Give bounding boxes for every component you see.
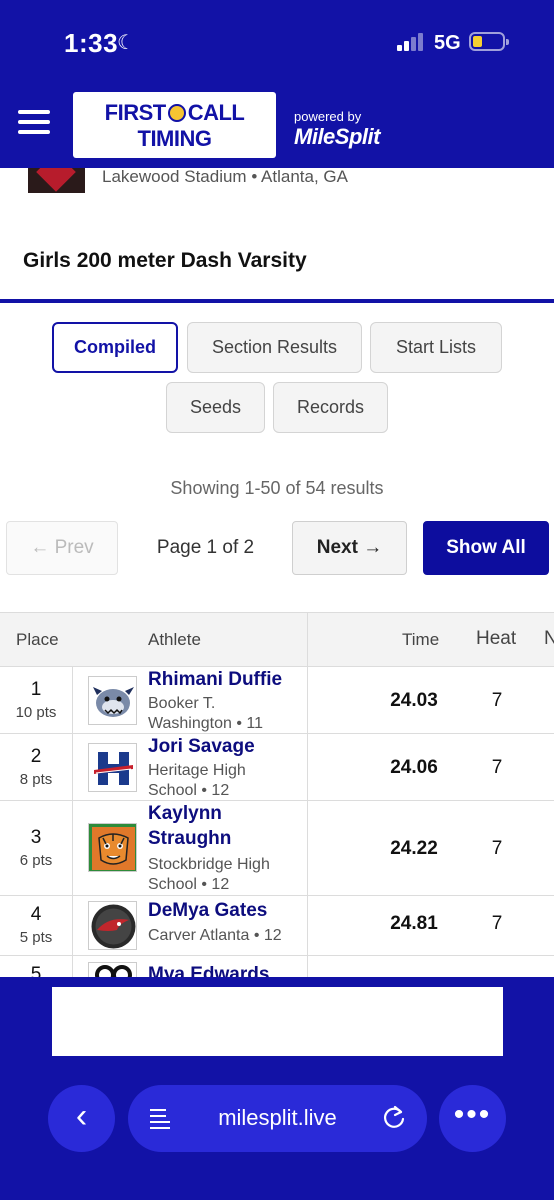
heat-number: 7: [491, 913, 503, 934]
result-time: 24.22: [390, 838, 438, 859]
next-page-button[interactable]: Next →: [292, 521, 407, 575]
result-time: 24.81: [390, 913, 438, 934]
team-logo: [88, 962, 137, 977]
page-indicator: Page 1 of 2: [156, 537, 255, 558]
results-table: Place Athlete Time Heat N 1 10 pts Rhima…: [0, 612, 554, 977]
heat-number: 7: [491, 838, 503, 859]
address-bar[interactable]: milesplit.live: [128, 1085, 427, 1152]
column-header-athlete[interactable]: Athlete: [148, 630, 201, 650]
column-header-time[interactable]: Time: [402, 630, 439, 650]
status-bar: 1:33 ☾ 5G: [0, 0, 554, 84]
column-header-next[interactable]: N: [544, 628, 554, 650]
athlete-name[interactable]: Jori Savage: [148, 734, 298, 759]
team-logo: [88, 676, 137, 725]
column-header-heat[interactable]: Heat: [476, 628, 516, 650]
results-summary: Showing 1-50 of 54 results: [170, 478, 384, 498]
table-row[interactable]: 4 5 pts DeMya Gates Carver Atlanta • 12 …: [0, 896, 554, 956]
logo-text-first: FIRST: [104, 100, 167, 125]
place-number: 2: [30, 746, 42, 767]
place-points: 8 pts: [19, 771, 53, 788]
athlete-name[interactable]: Rhimani Duffie: [148, 667, 298, 692]
network-label: 5G: [434, 32, 461, 54]
logo-text-timing: TIMING: [137, 126, 213, 151]
athlete-team: Stockbridge High School • 12: [148, 856, 270, 893]
team-logo: [88, 823, 137, 872]
first-call-timing-logo[interactable]: FIRST CALL TIMING: [73, 92, 276, 158]
ad-banner[interactable]: [52, 987, 503, 1056]
place-points: 5 pts: [19, 929, 53, 946]
column-header-place[interactable]: Place: [16, 630, 59, 650]
tab-seeds[interactable]: Seeds: [166, 382, 265, 433]
tab-records[interactable]: Records: [273, 382, 388, 433]
signal-icon: [397, 33, 427, 51]
tab-section-results[interactable]: Section Results: [187, 322, 362, 373]
tab-start-lists[interactable]: Start Lists: [370, 322, 502, 373]
section-divider: [0, 299, 554, 303]
battery-icon: [469, 32, 509, 51]
menu-icon[interactable]: [18, 110, 50, 134]
table-row[interactable]: 3 6 pts Kaylynn Straughn Stockbridge Hig…: [0, 801, 554, 896]
result-time: 24.06: [390, 757, 438, 778]
table-row[interactable]: 5 Mya Edwards: [0, 956, 554, 977]
heat-number: 7: [491, 757, 503, 778]
stopwatch-icon: [167, 104, 186, 122]
table-header: Place Athlete Time Heat N: [0, 613, 554, 667]
heat-number: 7: [491, 690, 503, 711]
back-button[interactable]: ‹: [48, 1085, 115, 1152]
powered-by-label: powered by: [294, 109, 362, 124]
prev-page-button[interactable]: ← Prev: [6, 521, 118, 575]
athlete-name[interactable]: Mya Edwards: [148, 962, 298, 977]
place-number: 3: [30, 827, 42, 848]
place-points: 6 pts: [19, 852, 53, 869]
athlete-name[interactable]: Kaylynn Straughn: [148, 801, 298, 851]
place-number: 5: [30, 964, 42, 977]
table-row[interactable]: 1 10 pts Rhimani Duffie Booker T. Washin…: [0, 667, 554, 734]
app-header: 1:33 ☾ 5G FIRST CALL TIMING powered by Mi…: [0, 0, 554, 168]
status-time: 1:33: [64, 28, 119, 58]
meet-venue: Lakewood Stadium • Atlanta, GA: [102, 167, 348, 186]
athlete-name[interactable]: DeMya Gates: [148, 898, 298, 923]
logo-text-call: CALL: [187, 100, 245, 125]
moon-icon: ☾: [117, 32, 135, 54]
browser-toolbar: ‹ milesplit.live •••: [0, 977, 554, 1200]
athlete-team: Carver Atlanta • 12: [148, 927, 282, 944]
place-number: 1: [30, 679, 42, 700]
show-all-button[interactable]: Show All: [423, 521, 549, 575]
athlete-team: Booker T. Washington • 11: [148, 695, 263, 732]
milesplit-logo[interactable]: MileSplit: [294, 124, 380, 150]
tab-compiled[interactable]: Compiled: [52, 322, 178, 373]
team-logo: [88, 901, 137, 950]
meet-logo-thumbnail: [28, 168, 85, 193]
event-title: Girls 200 meter Dash Varsity: [23, 249, 307, 272]
reload-icon[interactable]: [381, 1104, 407, 1130]
place-number: 4: [30, 904, 42, 925]
more-options-icon[interactable]: •••: [439, 1085, 506, 1152]
chevron-left-icon: ‹: [75, 1097, 88, 1135]
athlete-team: Heritage High School • 12: [148, 762, 246, 799]
place-points: 10 pts: [15, 704, 57, 721]
team-logo: [88, 743, 137, 792]
table-row[interactable]: 2 8 pts Jori Savage Heritage High School…: [0, 734, 554, 801]
result-time: 24.03: [390, 690, 438, 711]
